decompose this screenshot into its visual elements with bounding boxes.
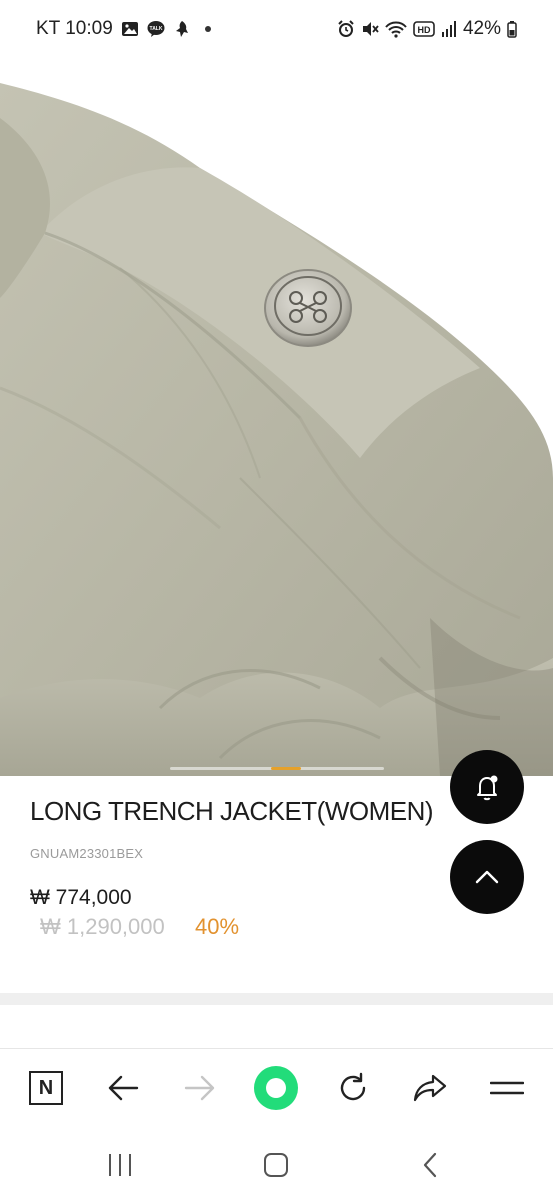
wifi-icon: [385, 21, 407, 38]
chevron-up-icon: [475, 870, 499, 884]
menu-button[interactable]: [484, 1065, 530, 1111]
green-home-icon: [254, 1066, 298, 1110]
home-button[interactable]: [256, 1150, 296, 1180]
app-icon: [175, 21, 188, 37]
battery-icon: [507, 21, 517, 38]
product-title: LONG TRENCH JACKET(WOMEN): [30, 796, 434, 826]
hd-icon: HD: [413, 21, 435, 37]
section-divider: [0, 993, 553, 1005]
battery-percent: 42%: [462, 18, 501, 39]
naver-n-button[interactable]: N: [23, 1065, 69, 1111]
status-left: KT 10:09 TALK: [36, 18, 211, 40]
carousel-indicator: [170, 767, 384, 770]
bell-add-icon: [477, 775, 498, 801]
naver-n-icon: N: [29, 1071, 63, 1105]
back-icon: [423, 1152, 437, 1178]
sale-price: ₩ 774,000: [30, 886, 132, 909]
forward-arrow-icon: [184, 1075, 215, 1101]
recents-icon: [109, 1154, 131, 1176]
alarm-icon: [338, 20, 354, 37]
refresh-icon: [340, 1072, 366, 1101]
gallery-icon: [121, 22, 138, 36]
product-sku: GNUAM23301BEX: [30, 846, 144, 861]
system-back-button[interactable]: [410, 1150, 450, 1180]
back-button[interactable]: [100, 1065, 146, 1111]
jacket-photo: [0, 58, 553, 776]
discount-rate: 40%: [195, 914, 240, 939]
status-bar: KT 10:09 TALK HD 42%: [0, 0, 553, 58]
restock-alert-button[interactable]: [450, 750, 524, 824]
home-icon: [264, 1153, 288, 1177]
carrier-time: KT 10:09: [36, 18, 113, 39]
carousel-indicator-thumb: [271, 767, 301, 770]
product-image[interactable]: [0, 58, 553, 776]
menu-icon: [490, 1081, 524, 1095]
svg-text:HD: HD: [417, 25, 430, 35]
scroll-top-button[interactable]: [450, 840, 524, 914]
forward-button[interactable]: [177, 1065, 223, 1111]
refresh-button[interactable]: [330, 1065, 376, 1111]
svg-text:TALK: TALK: [149, 26, 162, 32]
green-home-button[interactable]: [253, 1065, 299, 1111]
status-right: HD 42%: [337, 18, 517, 40]
signal-icon: [441, 21, 456, 37]
original-price: ₩ 1,290,000: [40, 914, 165, 939]
browser-toolbar: N: [0, 1048, 553, 1130]
notification-dot: [204, 26, 211, 32]
system-navigation-bar: [0, 1130, 553, 1200]
back-arrow-icon: [108, 1075, 139, 1101]
share-icon: [413, 1074, 447, 1102]
mute-icon: [362, 22, 379, 36]
share-button[interactable]: [407, 1065, 453, 1111]
recents-button[interactable]: [100, 1150, 140, 1180]
talk-icon: TALK: [147, 21, 165, 37]
